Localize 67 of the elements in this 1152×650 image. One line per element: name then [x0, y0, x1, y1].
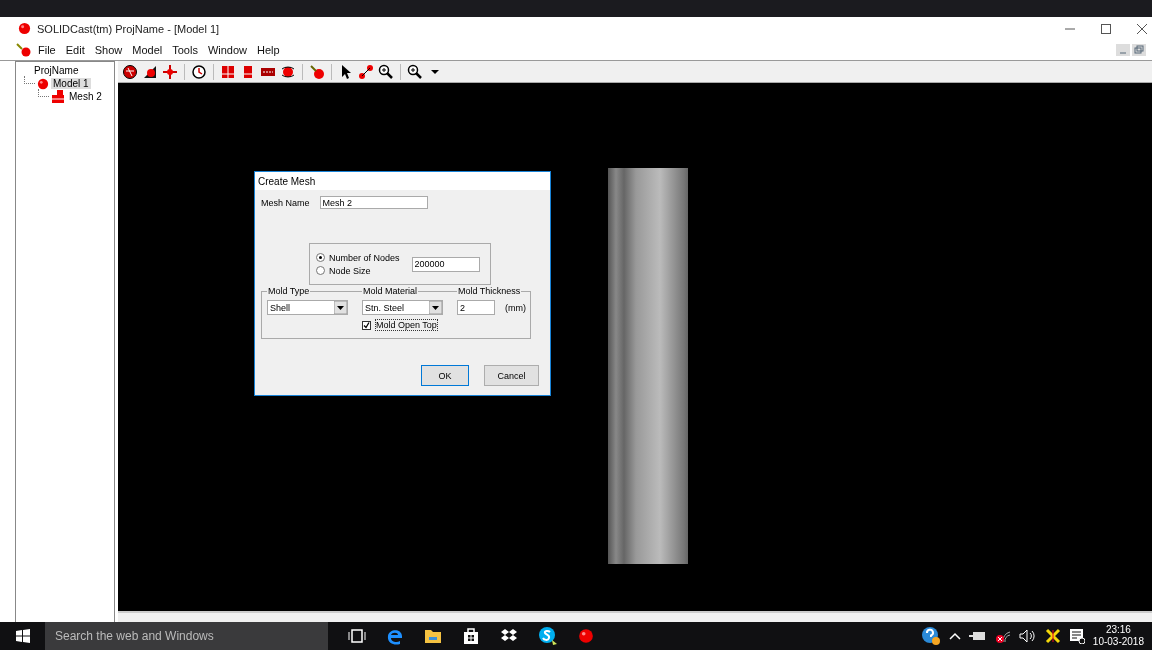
menu-item[interactable]: Window: [203, 44, 251, 56]
app-logo-icon: [18, 22, 31, 35]
rotate-icon[interactable]: [280, 63, 296, 80]
wifi-error-icon[interactable]: [994, 629, 1011, 643]
app-icon: [578, 628, 594, 644]
battery-icon[interactable]: [968, 630, 987, 642]
dropdown[interactable]: Stn. Steel: [362, 300, 443, 315]
wand-ball-icon[interactable]: [16, 43, 32, 57]
menu-item[interactable]: Show: [90, 44, 127, 56]
chevron-up-icon[interactable]: [948, 631, 961, 641]
close-icon[interactable]: [1136, 22, 1148, 35]
mesh-xz-icon[interactable]: [220, 63, 236, 80]
task-view-icon[interactable]: [348, 628, 366, 644]
menu-item[interactable]: Edit: [61, 44, 89, 56]
crosshair-icon[interactable]: [162, 63, 178, 80]
clock-icon[interactable]: [191, 63, 207, 80]
restore-icon[interactable]: [1132, 44, 1146, 56]
cross-icon[interactable]: [1044, 628, 1061, 644]
group-label: Mold Type: [267, 286, 311, 296]
edge-browser-icon[interactable]: [386, 627, 404, 645]
radio-button[interactable]: [316, 253, 325, 262]
store-icon[interactable]: [462, 627, 480, 645]
nodes-field[interactable]: 200000: [411, 256, 480, 272]
windows-start-icon[interactable]: [15, 629, 30, 643]
mesh-icon: [51, 90, 65, 103]
zoom-icon[interactable]: [407, 63, 423, 80]
radio-button[interactable]: [316, 266, 325, 275]
menu-item[interactable]: File: [34, 44, 60, 56]
group-label: Mold Material: [362, 286, 419, 296]
group-label: Mold Thickness: [457, 286, 522, 296]
checkbox[interactable]: [362, 320, 371, 330]
horizontal-scrollbar[interactable]: [118, 611, 1152, 623]
maximize-icon[interactable]: [1100, 22, 1112, 35]
dropdown[interactable]: Shell: [267, 300, 348, 315]
ball-icon: [37, 77, 49, 90]
ball-icon[interactable]: [122, 63, 138, 80]
zoom-icon[interactable]: [378, 63, 394, 80]
checkbox-label[interactable]: Mold Open Top: [375, 319, 438, 331]
thickness-field[interactable]: 2: [457, 300, 495, 315]
dialog-title: Create Mesh: [255, 172, 550, 190]
notification-icon[interactable]: [1068, 628, 1085, 644]
chat-app-icon[interactable]: [538, 626, 558, 646]
menu-item[interactable]: Help: [253, 44, 284, 56]
radio-label[interactable]: Node Size: [329, 265, 371, 276]
tree-item[interactable]: ProjName: [32, 65, 81, 76]
box-icon[interactable]: [500, 628, 518, 644]
wand-ball-icon[interactable]: [309, 63, 325, 80]
tree-item[interactable]: Mesh 2: [67, 91, 104, 102]
window-title: SOLIDCast(tm) ProjName - [Model 1]: [37, 22, 221, 35]
dropdown-arrow-icon: [429, 301, 442, 314]
unit-label: (mm): [505, 302, 526, 313]
folder-icon[interactable]: [424, 628, 442, 644]
menu-item[interactable]: Model: [128, 44, 167, 56]
cancel-button[interactable]: Cancel: [484, 365, 539, 386]
mesh-name-field[interactable]: Mesh 2: [319, 196, 428, 209]
radio-label[interactable]: Number of Nodes: [329, 252, 400, 263]
clock-date[interactable]: 10-03-2018: [1092, 636, 1144, 648]
speaker-icon[interactable]: [1018, 629, 1037, 643]
search-field[interactable]: Search the web and Windows: [45, 622, 328, 650]
menu-item[interactable]: Tools: [168, 44, 202, 56]
help-icon[interactable]: [920, 626, 941, 646]
tree-item[interactable]: Model 1: [51, 78, 91, 89]
mesh-name-label: Mesh Name: [261, 197, 310, 208]
ok-button[interactable]: OK: [421, 365, 469, 386]
clock-time[interactable]: 23:16: [1105, 624, 1131, 636]
connect-icon[interactable]: [358, 63, 374, 80]
dropdown-arrow-icon: [334, 301, 347, 314]
